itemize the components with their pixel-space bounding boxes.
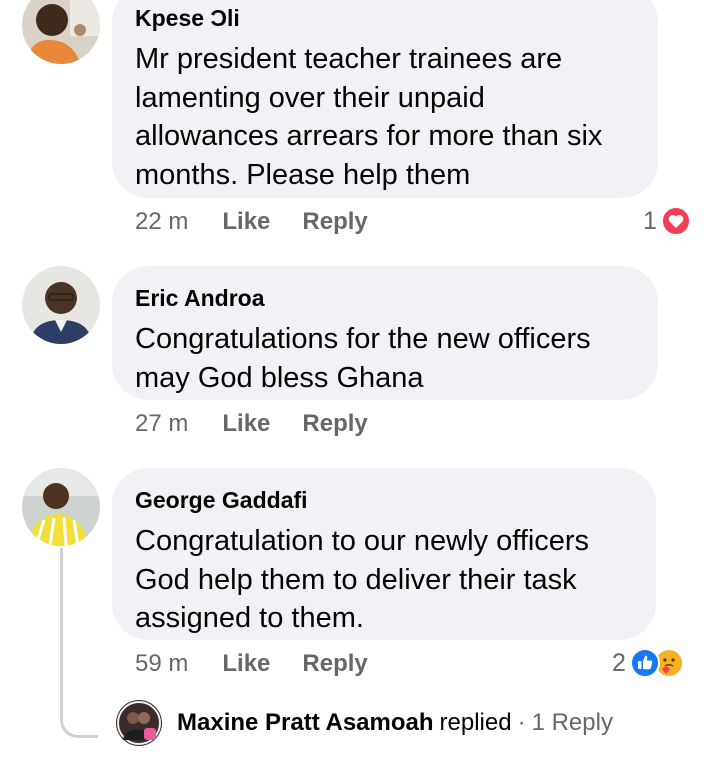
- thread-connector: [60, 548, 98, 738]
- comment-bubble: Kpese Ɔli Mr president teacher trainees …: [112, 0, 658, 198]
- comment-text: Congratulation to our newly officers God…: [135, 525, 590, 634]
- comment-bubble: Eric Androa Congratulations for the new …: [112, 266, 658, 400]
- like-button[interactable]: Like: [222, 410, 270, 438]
- like-button[interactable]: Like: [222, 208, 270, 236]
- avatar[interactable]: [22, 266, 100, 344]
- reply-verb: replied: [439, 709, 512, 736]
- comment-bubble: George Gaddafi Congratulation to our new…: [112, 468, 656, 640]
- like-button[interactable]: Like: [222, 650, 270, 678]
- reply-separator: ·: [517, 709, 526, 736]
- comment-author[interactable]: Eric Androa: [135, 284, 634, 312]
- like-icon: [629, 648, 660, 678]
- comment-author[interactable]: George Gaddafi: [135, 486, 632, 514]
- reaction-count: 2: [612, 648, 626, 677]
- reply-count[interactable]: 1 Reply: [532, 709, 613, 737]
- avatar[interactable]: [22, 0, 100, 64]
- comment-author[interactable]: Kpese Ɔli: [135, 4, 634, 32]
- reaction-count: 1: [643, 206, 657, 235]
- comment-actions: 59 m Like Reply: [135, 650, 400, 678]
- love-icon: [660, 206, 691, 236]
- comment-text: Mr president teacher trainees are lament…: [135, 43, 603, 191]
- reply-button[interactable]: Reply: [302, 410, 367, 438]
- reply-button[interactable]: Reply: [302, 208, 367, 236]
- reply-author[interactable]: Maxine Pratt Asamoah: [177, 709, 434, 737]
- view-replies-link[interactable]: Maxine Pratt Asamoah replied · 1 Reply: [116, 700, 613, 746]
- comment-time[interactable]: 27 m: [135, 410, 188, 438]
- comment-actions: 27 m Like Reply: [135, 410, 400, 438]
- comment-time[interactable]: 22 m: [135, 208, 188, 236]
- comment-actions: 22 m Like Reply: [135, 208, 400, 236]
- reaction-summary[interactable]: 2: [612, 648, 684, 678]
- comment-text: Congratulations for the new officers may…: [135, 323, 591, 394]
- reaction-summary[interactable]: 1: [643, 206, 691, 236]
- reply-button[interactable]: Reply: [302, 650, 367, 678]
- comment-time[interactable]: 59 m: [135, 650, 188, 678]
- avatar[interactable]: [22, 468, 100, 546]
- avatar: [116, 700, 162, 746]
